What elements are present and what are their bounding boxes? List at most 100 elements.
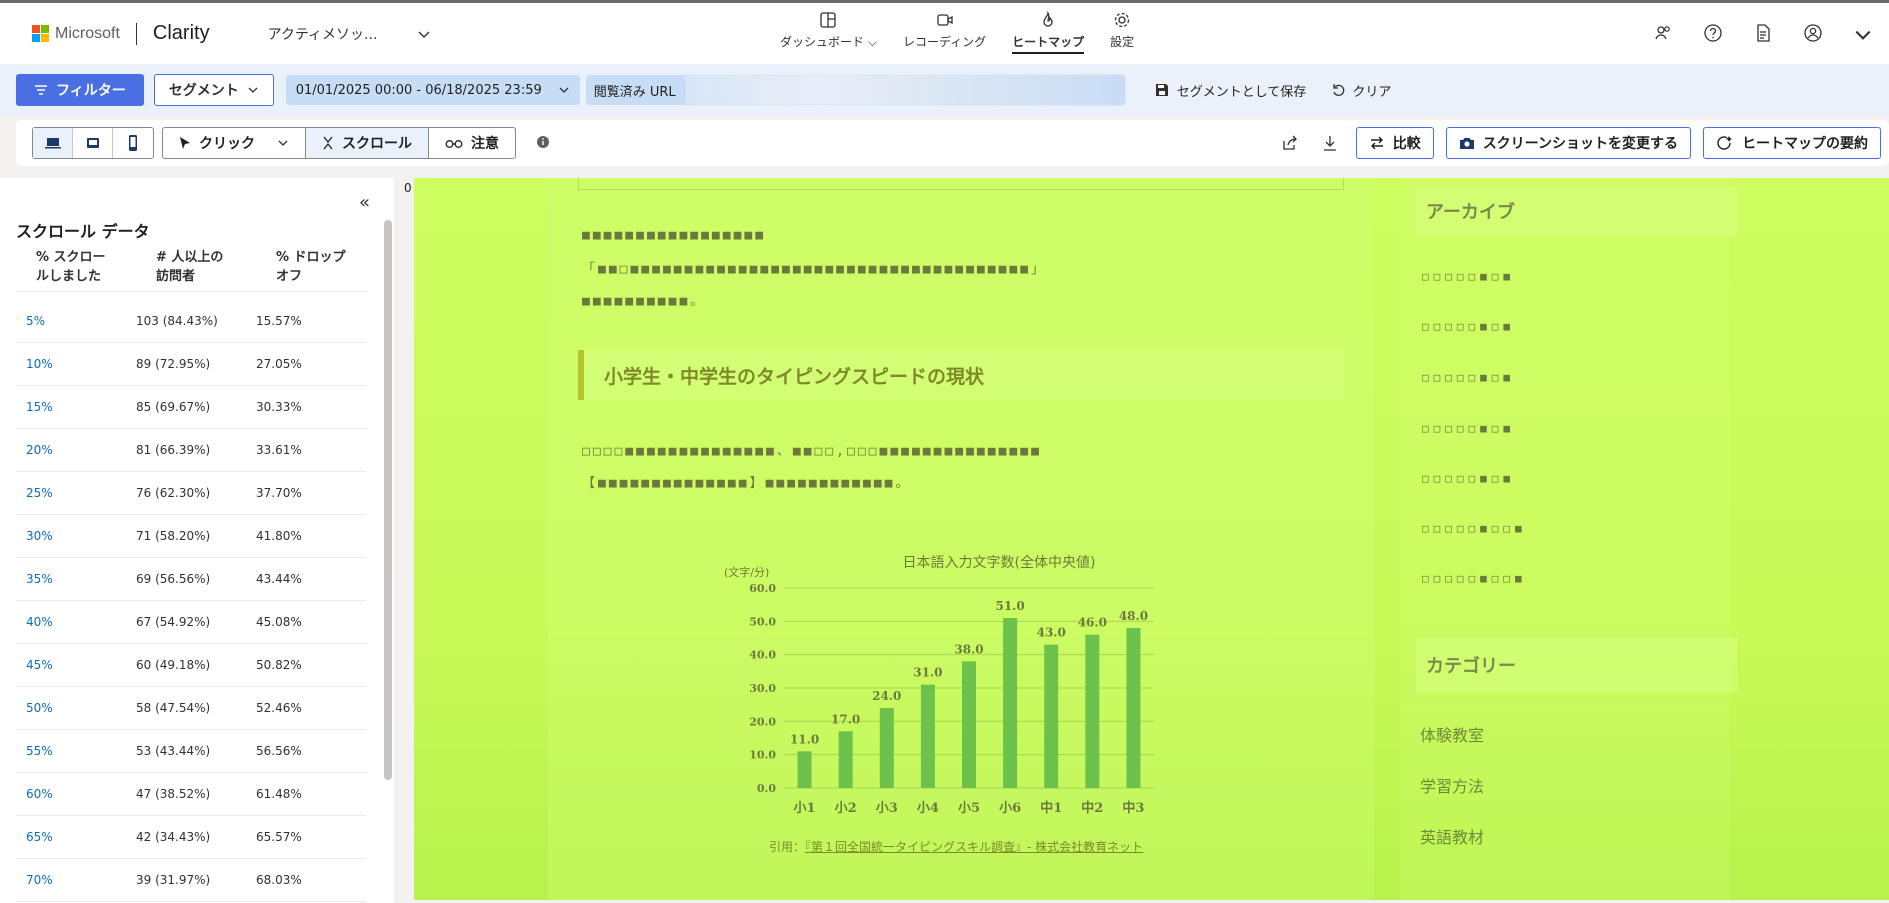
archive-item[interactable]: □□□□□■□■ [1422, 371, 1515, 384]
mode-click-button[interactable]: クリック [163, 128, 306, 158]
table-row[interactable]: 60% 47 (38.52%) 61.48% [16, 773, 366, 816]
table-row[interactable]: 10% 89 (72.95%) 27.05% [16, 343, 366, 386]
help-icon[interactable] [1703, 23, 1723, 47]
scroll-pct[interactable]: 30% [16, 529, 136, 543]
heatmap-summary-label: ヒートマップの要約 [1742, 136, 1868, 152]
redacted-text: 「■■□■■■■■■■■■■■■■■■■■■■■■■■■■■■■■■■■■■■■… [582, 262, 1048, 277]
table-row[interactable]: 70% 39 (31.97%) 68.03% [16, 859, 366, 902]
visited-url-filter[interactable]: 閲覧済み URL [585, 75, 1125, 105]
scroll-pct[interactable]: 50% [16, 701, 136, 715]
x-tick-label: 小5 [958, 801, 980, 816]
archive-item[interactable]: □□□□□■□■ [1422, 472, 1515, 485]
archive-item[interactable]: □□□□□■□■ [1422, 270, 1515, 283]
date-range-picker[interactable]: 01/01/2025 00:00 - 06/18/2025 23:59 [285, 75, 580, 105]
archive-item[interactable]: □□□□□■□■ [1422, 320, 1515, 333]
segment-button[interactable]: セグメント [153, 74, 274, 106]
visitors-value: 71 (58.20%) [136, 529, 211, 543]
scroll-pct[interactable]: 45% [16, 658, 136, 672]
chevron-down-icon [248, 87, 258, 93]
device-mobile-button[interactable] [113, 128, 153, 158]
scroll-pct[interactable]: 15% [16, 400, 136, 414]
project-selector[interactable]: アクティメソッ... [268, 24, 432, 44]
page-content-box [578, 178, 1344, 190]
bar [1126, 628, 1141, 788]
nav-dashboard-label: ダッシュボード ⌵ [780, 35, 877, 49]
table-row[interactable]: 65% 42 (34.43%) 65.57% [16, 816, 366, 859]
download-icon[interactable] [1316, 129, 1344, 157]
scroll-pct[interactable]: 10% [16, 357, 136, 371]
dropoff-value: 68.03% [256, 873, 302, 887]
device-tablet-button[interactable] [73, 128, 113, 158]
table-row[interactable]: 50% 58 (47.54%) 52.46% [16, 687, 366, 730]
clear-button[interactable]: クリア [1332, 81, 1391, 100]
compare-button[interactable]: 比較 [1355, 127, 1434, 159]
scroll-pct[interactable]: 55% [16, 744, 136, 758]
scroll-table-header: % スクロー ルしました # 人以上の 訪問者 % ドロップ オフ [16, 248, 366, 292]
table-row[interactable]: 45% 60 (49.18%) 50.82% [16, 644, 366, 687]
chevron-down-icon[interactable] [1853, 25, 1873, 45]
scroll-pct[interactable]: 5% [16, 314, 136, 328]
citation-link[interactable]: 『第１回全国統一タイピングスキル調査』- 株式会社教育ネット [805, 840, 1143, 854]
archive-item[interactable]: □□□□□■□□■ [1422, 572, 1527, 585]
chevron-down-icon[interactable] [277, 137, 289, 149]
nav-dashboard[interactable]: ダッシュボード ⌵ [780, 11, 877, 54]
document-icon[interactable] [1753, 23, 1773, 47]
table-row[interactable]: 25% 76 (62.30%) 37.70% [16, 472, 366, 515]
table-row[interactable]: 35% 69 (56.56%) 43.44% [16, 558, 366, 601]
team-icon[interactable] [1653, 23, 1673, 47]
category-link[interactable]: 学習方法 [1420, 773, 1484, 797]
archive-item[interactable]: □□□□□■□■ [1422, 422, 1515, 435]
table-row[interactable]: 5% 103 (84.43%) 15.57% [16, 300, 366, 343]
video-icon [936, 14, 953, 26]
bar [1003, 618, 1018, 788]
mode-attention-label: 注意 [471, 136, 499, 152]
scroll-pct[interactable]: 40% [16, 615, 136, 629]
bar [879, 708, 894, 788]
y-tick-label: 20.0 [749, 715, 776, 728]
mode-scroll-button[interactable]: スクロール [306, 128, 429, 158]
filter-icon [35, 85, 47, 95]
dropoff-value: 56.56% [256, 744, 302, 758]
x-tick-label: 小1 [794, 801, 816, 816]
scroll-pct[interactable]: 70% [16, 873, 136, 887]
table-row[interactable]: 30% 71 (58.20%) 41.80% [16, 515, 366, 558]
category-link[interactable]: 英語教材 [1420, 824, 1484, 848]
chart-citation: 引用：『第１回全国統一タイピングスキル調査』- 株式会社教育ネット [769, 838, 1143, 855]
y-axis-label: (文字/分) [724, 565, 769, 579]
account-icon[interactable] [1803, 23, 1823, 47]
scroll-pct[interactable]: 25% [16, 486, 136, 500]
brand[interactable]: Microsoft Clarity [32, 22, 210, 45]
nav-heatmaps[interactable]: ヒートマップ [1012, 11, 1085, 54]
scroll-pct[interactable]: 65% [16, 830, 136, 844]
collapse-panel-icon[interactable]: « [359, 192, 370, 213]
panel-scrollbar[interactable] [384, 220, 392, 780]
visitors-value: 58 (47.54%) [136, 701, 211, 715]
nav-settings[interactable]: 設定 [1110, 11, 1134, 54]
scroll-pct[interactable]: 35% [16, 572, 136, 586]
share-icon[interactable] [1276, 129, 1304, 157]
table-row[interactable]: 40% 67 (54.92%) 45.08% [16, 601, 366, 644]
category-link[interactable]: 体験教室 [1420, 722, 1484, 746]
info-icon[interactable] [536, 134, 550, 153]
device-desktop-button[interactable] [33, 128, 73, 158]
heatmap-canvas[interactable]: ■■■■■■■■■■■■■■■■■ 「■■□■■■■■■■■■■■■■■■■■■… [414, 178, 1889, 900]
dropoff-value: 37.70% [256, 486, 302, 500]
nav-recordings[interactable]: レコーディング [903, 11, 986, 54]
archive-item[interactable]: □□□□□■□□■ [1422, 522, 1527, 535]
bar-value-label: 17.0 [831, 712, 860, 726]
mode-attention-button[interactable]: 注意 [429, 128, 515, 158]
table-row[interactable]: 55% 53 (43.44%) 56.56% [16, 730, 366, 773]
compare-label: 比較 [1392, 136, 1421, 152]
bar-value-label: 51.0 [995, 599, 1024, 613]
x-tick-label: 小2 [835, 801, 857, 816]
filter-button[interactable]: フィルター [16, 74, 144, 106]
scroll-pct[interactable]: 60% [16, 787, 136, 801]
change-screenshot-button[interactable]: スクリーンショットを変更する [1445, 127, 1691, 159]
scroll-pct[interactable]: 20% [16, 443, 136, 457]
table-row[interactable]: 20% 81 (66.39%) 33.61% [16, 429, 366, 472]
save-segment-button[interactable]: セグメントとして保存 [1155, 81, 1306, 100]
heatmap-summary-button[interactable]: ヒートマップの要約 [1703, 127, 1881, 159]
x-tick-label: 中1 [1040, 800, 1062, 816]
table-row[interactable]: 15% 85 (69.67%) 30.33% [16, 386, 366, 429]
citation-prefix: 引用： [769, 840, 806, 854]
